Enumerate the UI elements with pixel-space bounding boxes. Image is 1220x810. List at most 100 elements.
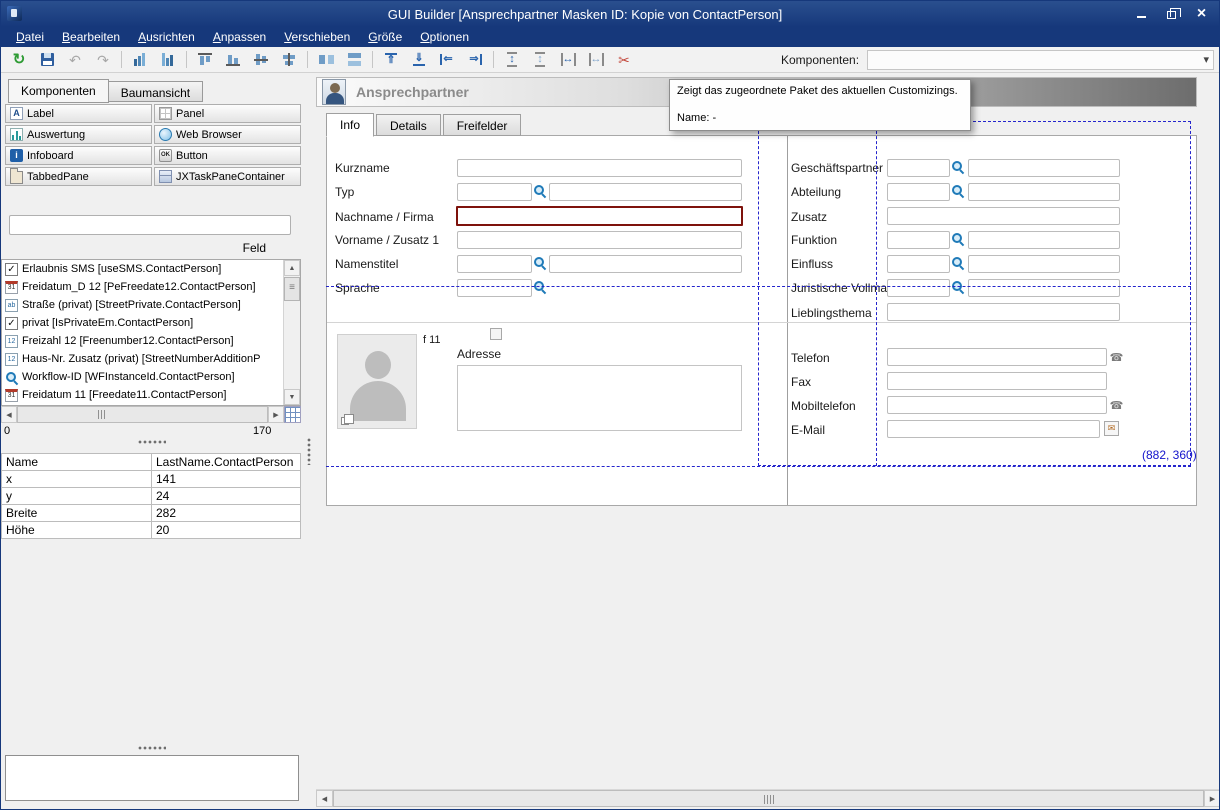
align-right-button[interactable] xyxy=(155,49,181,71)
compress-vertical-button[interactable] xyxy=(527,49,553,71)
align-left-button[interactable] xyxy=(127,49,153,71)
property-value[interactable]: 20 xyxy=(152,522,301,539)
vorname-input[interactable] xyxy=(457,231,742,249)
juristische-code-input[interactable] xyxy=(887,279,950,297)
same-width-button[interactable] xyxy=(313,49,339,71)
component-button-panel[interactable]: Panel xyxy=(154,104,301,123)
move-right-button[interactable] xyxy=(462,49,488,71)
component-button-web-browser[interactable]: Web Browser xyxy=(154,125,301,144)
scrollbar-thumb[interactable] xyxy=(333,790,1204,807)
field-list-item[interactable]: Haus-Nr. Zusatz (privat) [StreetNumberAd… xyxy=(2,350,284,368)
typ-lookup-icon[interactable] xyxy=(533,184,546,197)
email-input[interactable] xyxy=(887,420,1100,438)
tab-baumansicht[interactable]: Baumansicht xyxy=(108,81,203,102)
save-button[interactable] xyxy=(34,49,60,71)
typ-text-input[interactable] xyxy=(549,183,742,201)
menu-bearbeiten[interactable]: Bearbeiten xyxy=(53,28,129,46)
field-list-item[interactable]: Freidatum_D 12 [PeFreedate12.ContactPers… xyxy=(2,278,284,296)
sprache-code-input[interactable] xyxy=(457,279,532,297)
property-value[interactable]: 282 xyxy=(152,505,301,522)
refresh-button[interactable] xyxy=(6,49,32,71)
geschaeftspartner-code-input[interactable] xyxy=(887,159,950,177)
undo-button[interactable] xyxy=(62,49,88,71)
geschaeftspartner-text-input[interactable] xyxy=(968,159,1120,177)
funktion-lookup-icon[interactable] xyxy=(951,232,964,245)
typ-code-input[interactable] xyxy=(457,183,532,201)
menu-groesse[interactable]: Größe xyxy=(359,28,411,46)
geschaeftspartner-lookup-icon[interactable] xyxy=(951,160,964,173)
cut-button[interactable] xyxy=(611,49,637,71)
move-left-button[interactable] xyxy=(434,49,460,71)
tab-details[interactable]: Details xyxy=(376,114,441,136)
menu-datei[interactable]: Datei xyxy=(7,28,53,46)
phone-icon[interactable] xyxy=(1109,397,1124,413)
abteilung-code-input[interactable] xyxy=(887,183,950,201)
funktion-code-input[interactable] xyxy=(887,231,950,249)
lieblingsthema-input[interactable] xyxy=(887,303,1120,321)
component-button-button[interactable]: Button xyxy=(154,146,301,165)
abteilung-text-input[interactable] xyxy=(968,183,1120,201)
menu-optionen[interactable]: Optionen xyxy=(411,28,478,46)
property-value[interactable]: 141 xyxy=(152,471,301,488)
scroll-left-icon[interactable] xyxy=(1,406,17,423)
funktion-text-input[interactable] xyxy=(968,231,1120,249)
canvas-horizontal-scrollbar[interactable] xyxy=(316,789,1220,807)
distribute-horizontal-button[interactable] xyxy=(555,49,581,71)
redo-button[interactable] xyxy=(90,49,116,71)
fax-input[interactable] xyxy=(887,372,1107,390)
telefon-input[interactable] xyxy=(887,348,1107,366)
field-list-vertical-scrollbar[interactable] xyxy=(283,260,300,405)
namenstitel-lookup-icon[interactable] xyxy=(533,256,546,269)
einfluss-text-input[interactable] xyxy=(968,255,1120,273)
scroll-down-icon[interactable] xyxy=(284,389,300,405)
field-list-item[interactable]: privat [IsPrivateEm.ContactPerson] xyxy=(2,314,284,332)
compress-horizontal-button[interactable] xyxy=(583,49,609,71)
scroll-left-icon[interactable] xyxy=(316,790,333,807)
component-button-label[interactable]: Label xyxy=(5,104,152,123)
scrollbar-thumb[interactable] xyxy=(284,277,300,301)
zusatz-input[interactable] xyxy=(887,207,1120,225)
grid-view-icon[interactable] xyxy=(284,406,301,423)
menu-anpassen[interactable]: Anpassen xyxy=(204,28,275,46)
close-button[interactable] xyxy=(1188,4,1215,23)
namenstitel-code-input[interactable] xyxy=(457,255,532,273)
email-icon[interactable] xyxy=(1104,421,1119,436)
minimize-button[interactable] xyxy=(1128,4,1155,23)
abteilung-lookup-icon[interactable] xyxy=(951,184,964,197)
panel-splitter-handle[interactable] xyxy=(307,438,312,465)
photo-change-icon[interactable] xyxy=(341,417,349,425)
components-combobox[interactable] xyxy=(867,50,1214,70)
address-checkbox[interactable] xyxy=(490,328,502,340)
splitter-handle[interactable] xyxy=(138,746,166,751)
same-height-button[interactable] xyxy=(341,49,367,71)
splitter-handle[interactable] xyxy=(138,440,166,445)
juristische-lookup-icon[interactable] xyxy=(951,280,964,293)
einfluss-code-input[interactable] xyxy=(887,255,950,273)
scroll-right-icon[interactable] xyxy=(1204,790,1220,807)
move-up-button[interactable] xyxy=(378,49,404,71)
field-list-item[interactable]: Freidatum 11 [Freedate11.ContactPerson] xyxy=(2,386,284,404)
menu-ausrichten[interactable]: Ausrichten xyxy=(129,28,204,46)
einfluss-lookup-icon[interactable] xyxy=(951,256,964,269)
field-list-item[interactable]: Workflow-ID [WFInstanceId.ContactPerson] xyxy=(2,368,284,386)
field-list-item[interactable]: Erlaubnis SMS [useSMS.ContactPerson] xyxy=(2,260,284,278)
move-down-button[interactable] xyxy=(406,49,432,71)
center-vertical-button[interactable] xyxy=(276,49,302,71)
component-button-auswertung[interactable]: Auswertung xyxy=(5,125,152,144)
scroll-right-icon[interactable] xyxy=(268,406,284,423)
scrollbar-thumb[interactable] xyxy=(17,406,268,423)
property-value[interactable]: 24 xyxy=(152,488,301,505)
center-horizontal-button[interactable] xyxy=(248,49,274,71)
sprache-lookup-icon[interactable] xyxy=(533,280,546,293)
juristische-text-input[interactable] xyxy=(968,279,1120,297)
tab-freifelder[interactable]: Freifelder xyxy=(443,114,522,136)
field-filter-input[interactable] xyxy=(9,215,291,235)
menu-verschieben[interactable]: Verschieben xyxy=(275,28,359,46)
property-value[interactable]: LastName.ContactPerson xyxy=(152,454,301,471)
namenstitel-text-input[interactable] xyxy=(549,255,742,273)
phone-icon[interactable] xyxy=(1109,349,1124,365)
component-button-jxtaskpanecontainer[interactable]: JXTaskPaneContainer xyxy=(154,167,301,186)
field-list-item[interactable]: Freizahl 12 [Freenumber12.ContactPerson] xyxy=(2,332,284,350)
field-list-item[interactable]: Straße (privat) [StreetPrivate.ContactPe… xyxy=(2,296,284,314)
align-top-button[interactable] xyxy=(192,49,218,71)
